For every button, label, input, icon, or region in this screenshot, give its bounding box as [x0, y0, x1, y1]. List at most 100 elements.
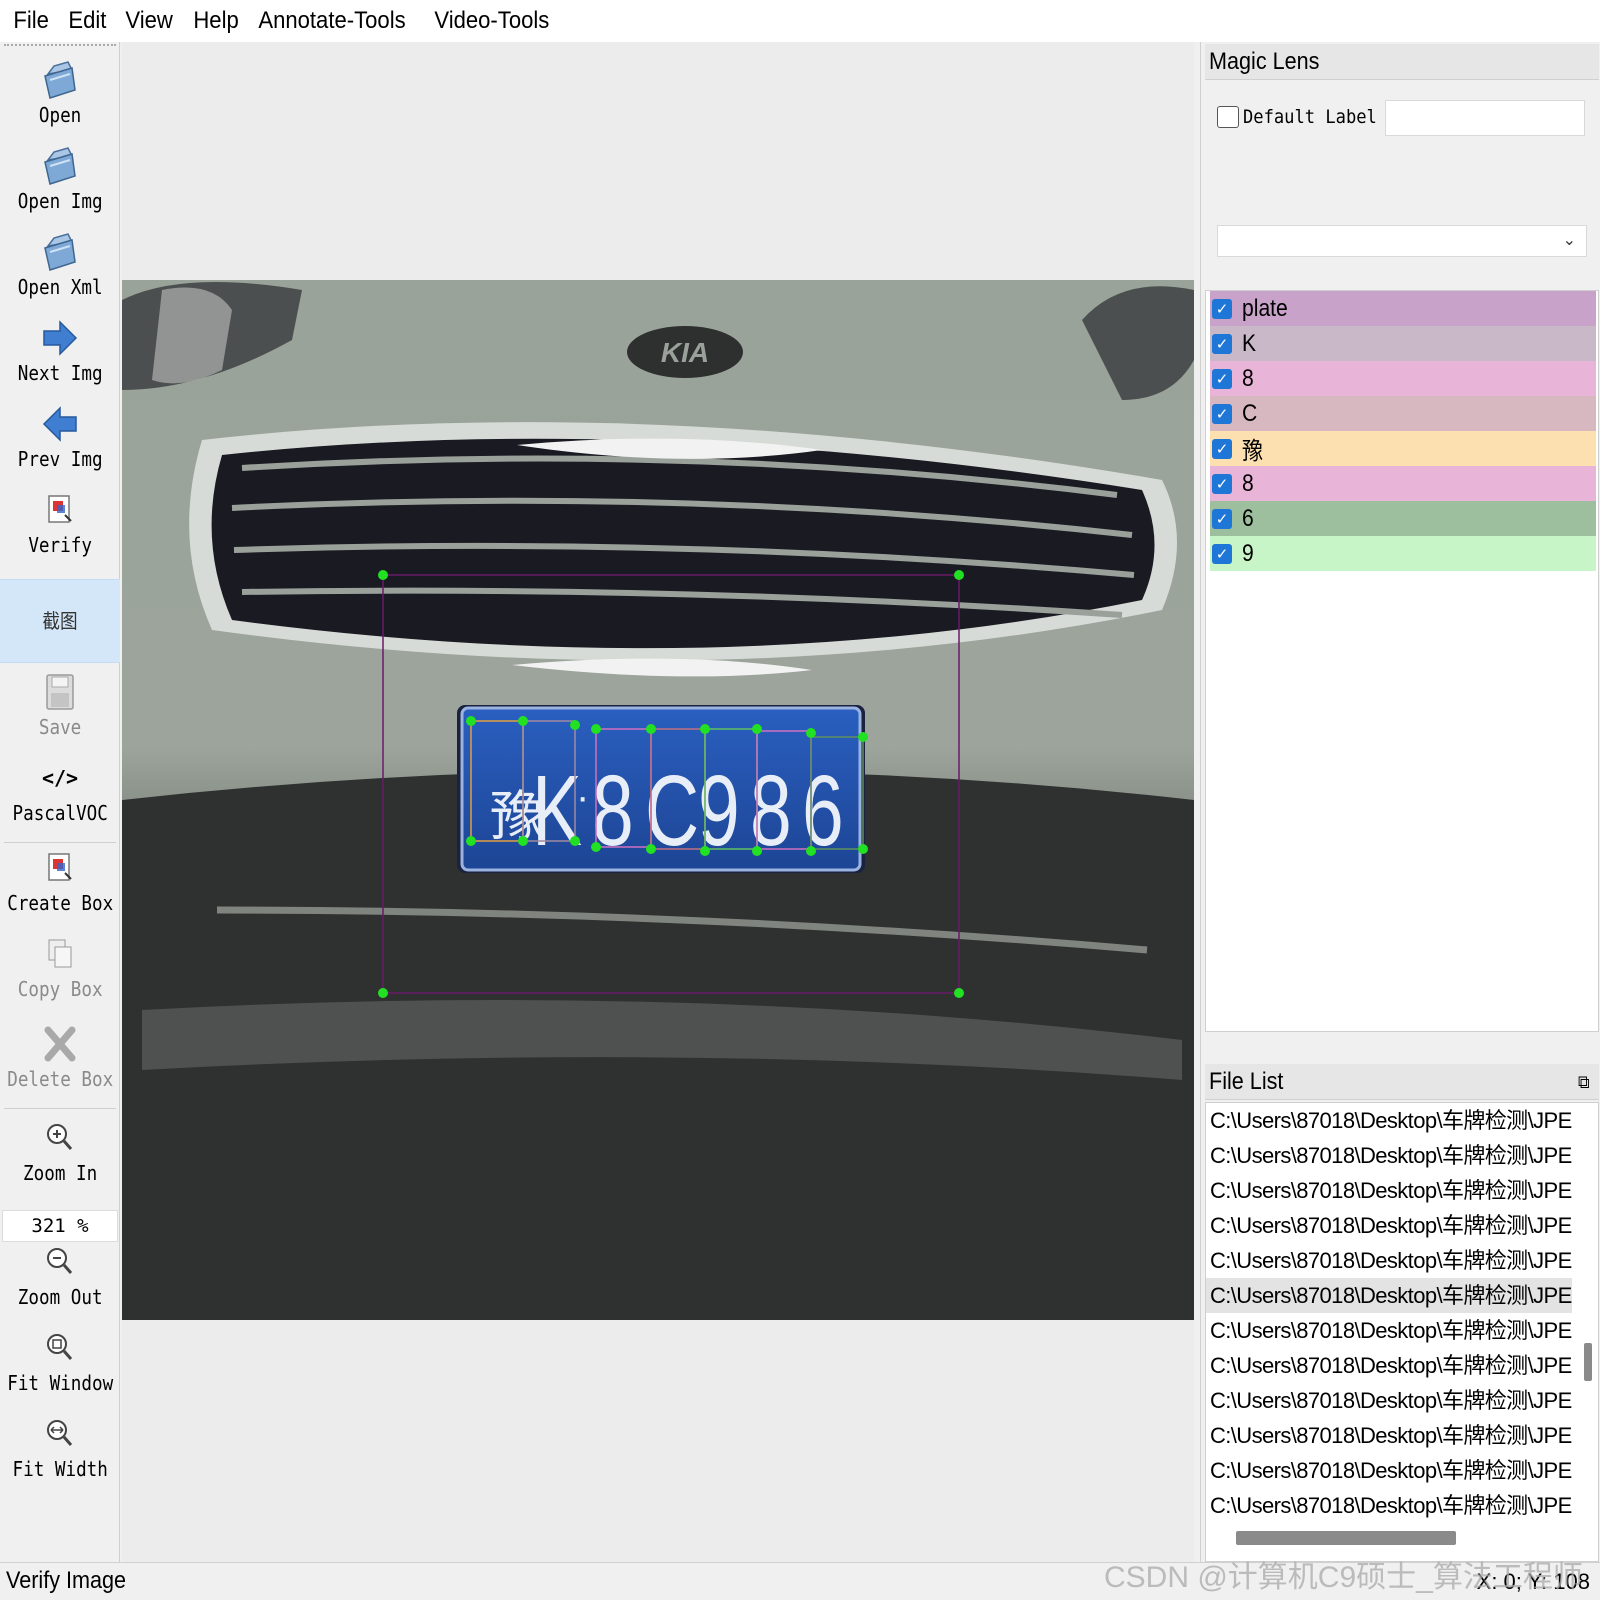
zoom-out-button[interactable]: Zoom Out: [0, 1240, 120, 1310]
plate-bounding-box[interactable]: [382, 574, 960, 994]
zoom-in-button[interactable]: Zoom In: [0, 1116, 120, 1186]
label-list: ✓ plate ✓ K ✓ 8 ✓ C ✓ 豫 ✓ 8 ✓ 6 ✓ 9: [1205, 290, 1599, 1032]
label-item[interactable]: ✓ 9: [1210, 536, 1596, 571]
chevron-down-icon: ⌄: [1562, 232, 1576, 249]
handle: [591, 842, 601, 852]
label-item[interactable]: ✓ 8: [1210, 361, 1596, 396]
menu-annotate-tools[interactable]: Annotate-Tools: [251, 0, 413, 42]
menu-file[interactable]: File: [6, 0, 56, 42]
label-item[interactable]: ✓ C: [1210, 396, 1596, 431]
file-list-vertical-scrollbar[interactable]: [1580, 1107, 1596, 1519]
save-button[interactable]: Save: [0, 670, 120, 740]
file-list: C:\Users\87018\Desktop\车牌检测\JPEGImages C…: [1205, 1102, 1599, 1562]
image-canvas[interactable]: KIA 豫 K · 8 C 9 8 6: [122, 42, 1194, 1562]
status-message: Verify Image: [6, 1567, 127, 1594]
zoom-in-icon: [40, 1116, 80, 1160]
default-label-input[interactable]: [1385, 100, 1585, 136]
file-list-title: File List ⧉: [1205, 1064, 1599, 1100]
open-img-button[interactable]: Open Img: [0, 144, 120, 214]
toolbar-grip[interactable]: [4, 44, 116, 46]
file-list-item[interactable]: C:\Users\87018\Desktop\车牌检测\JPEGImages: [1206, 1138, 1572, 1173]
handle: [378, 570, 388, 580]
zoom-spinbox[interactable]: 321 %: [2, 1210, 118, 1242]
file-list-item[interactable]: C:\Users\87018\Desktop\车牌检测\JPEGImages: [1206, 1383, 1572, 1418]
menu-view[interactable]: View: [118, 0, 180, 42]
file-list-item[interactable]: C:\Users\87018\Desktop\车牌检测\JPEGImages: [1206, 1418, 1572, 1453]
check-icon[interactable]: ✓: [1212, 403, 1232, 424]
delete-box-button[interactable]: Delete Box: [0, 1022, 120, 1092]
fit-window-button[interactable]: Fit Window: [0, 1326, 120, 1396]
default-label-checkbox[interactable]: [1217, 106, 1239, 128]
float-dock-icon[interactable]: ⧉: [1578, 1064, 1590, 1100]
menu-video-tools[interactable]: Video-Tools: [427, 0, 557, 42]
check-icon[interactable]: ✓: [1212, 368, 1232, 389]
open-button[interactable]: Open: [0, 58, 120, 128]
handle: [806, 846, 816, 856]
open-xml-label: Open Xml: [17, 275, 103, 299]
file-list-item[interactable]: C:\Users\87018\Desktop\车牌检测\JPEGImages: [1206, 1488, 1572, 1523]
file-list-item-selected[interactable]: C:\Users\87018\Desktop\车牌检测\JPEGImages: [1206, 1278, 1572, 1313]
char-box-8[interactable]: [595, 728, 652, 848]
handle: [466, 716, 476, 726]
open-xml-button[interactable]: Open Xml: [0, 230, 120, 300]
file-list-item[interactable]: C:\Users\87018\Desktop\车牌检测\JPEGImages: [1206, 1103, 1572, 1138]
file-list-item[interactable]: C:\Users\87018\Desktop\车牌检测\JPEGImages: [1206, 1173, 1572, 1208]
copy-box-button[interactable]: Copy Box: [0, 932, 120, 1002]
handle: [570, 720, 580, 730]
label-item[interactable]: ✓ plate: [1210, 291, 1596, 326]
menu-edit[interactable]: Edit: [61, 0, 114, 42]
next-img-button[interactable]: Next Img: [0, 316, 120, 386]
label-text: 豫: [1242, 437, 1264, 465]
char-box-k[interactable]: [522, 720, 576, 842]
create-box-label: Create Box: [7, 891, 113, 915]
screenshot-button[interactable]: 截图: [0, 579, 120, 663]
create-box-icon: [40, 846, 80, 890]
format-button[interactable]: </> PascalVOC: [0, 756, 120, 826]
label-text: 9: [1242, 539, 1254, 567]
check-icon[interactable]: ✓: [1212, 473, 1232, 494]
format-label: PascalVOC: [12, 801, 108, 825]
scrollbar-thumb[interactable]: [1584, 1343, 1592, 1381]
zoom-in-label: Zoom In: [22, 1161, 98, 1185]
label-item[interactable]: ✓ 豫: [1210, 431, 1596, 466]
copy-icon: [40, 932, 80, 976]
file-list-item[interactable]: C:\Users\87018\Desktop\车牌检测\JPEGImages: [1206, 1243, 1572, 1278]
file-list-item[interactable]: C:\Users\87018\Desktop\车牌检测\JPEGImages: [1206, 1313, 1572, 1348]
prev-img-label: Prev Img: [17, 447, 103, 471]
file-list-item[interactable]: C:\Users\87018\Desktop\车牌检测\JPEGImages: [1206, 1348, 1572, 1383]
copy-box-label: Copy Box: [17, 977, 103, 1001]
create-box-button[interactable]: Create Box: [0, 846, 120, 916]
check-icon[interactable]: ✓: [1212, 508, 1232, 529]
handle: [954, 570, 964, 580]
char-box-8b[interactable]: [756, 730, 812, 850]
verify-button[interactable]: Verify: [0, 488, 120, 558]
label-combo-box[interactable]: ⌄: [1217, 225, 1587, 257]
file-list-title-text: File List: [1209, 1068, 1284, 1095]
char-box-6[interactable]: [810, 736, 864, 850]
file-list-item[interactable]: C:\Users\87018\Desktop\车牌检测\JPEGImages: [1206, 1208, 1572, 1243]
char-box-yu[interactable]: [470, 720, 524, 842]
label-item[interactable]: ✓ K: [1210, 326, 1596, 361]
delete-icon: [40, 1022, 80, 1066]
label-item[interactable]: ✓ 8: [1210, 466, 1596, 501]
file-list-item[interactable]: C:\Users\87018\Desktop\车牌检测\JPEGImages: [1206, 1453, 1572, 1488]
check-icon[interactable]: ✓: [1212, 333, 1232, 354]
annotation-overlay[interactable]: [122, 280, 1194, 1320]
check-icon[interactable]: ✓: [1212, 298, 1232, 319]
handle: [646, 724, 656, 734]
check-icon[interactable]: ✓: [1212, 543, 1232, 564]
label-text: plate: [1242, 294, 1288, 322]
menu-help[interactable]: Help: [186, 0, 246, 42]
menu-bar: File Edit View Help Annotate-Tools Video…: [0, 0, 1600, 42]
char-box-c[interactable]: [650, 728, 706, 850]
handle: [700, 846, 710, 856]
char-box-9[interactable]: [704, 728, 758, 850]
screenshot-label: 截图: [42, 609, 78, 633]
fit-width-button[interactable]: Fit Width: [0, 1412, 120, 1482]
verify-label: Verify: [28, 533, 92, 557]
file-list-horizontal-scrollbar[interactable]: [1236, 1531, 1456, 1545]
prev-img-button[interactable]: Prev Img: [0, 402, 120, 472]
check-icon[interactable]: ✓: [1212, 438, 1232, 459]
label-item[interactable]: ✓ 6: [1210, 501, 1596, 536]
box-handles[interactable]: [378, 570, 964, 998]
